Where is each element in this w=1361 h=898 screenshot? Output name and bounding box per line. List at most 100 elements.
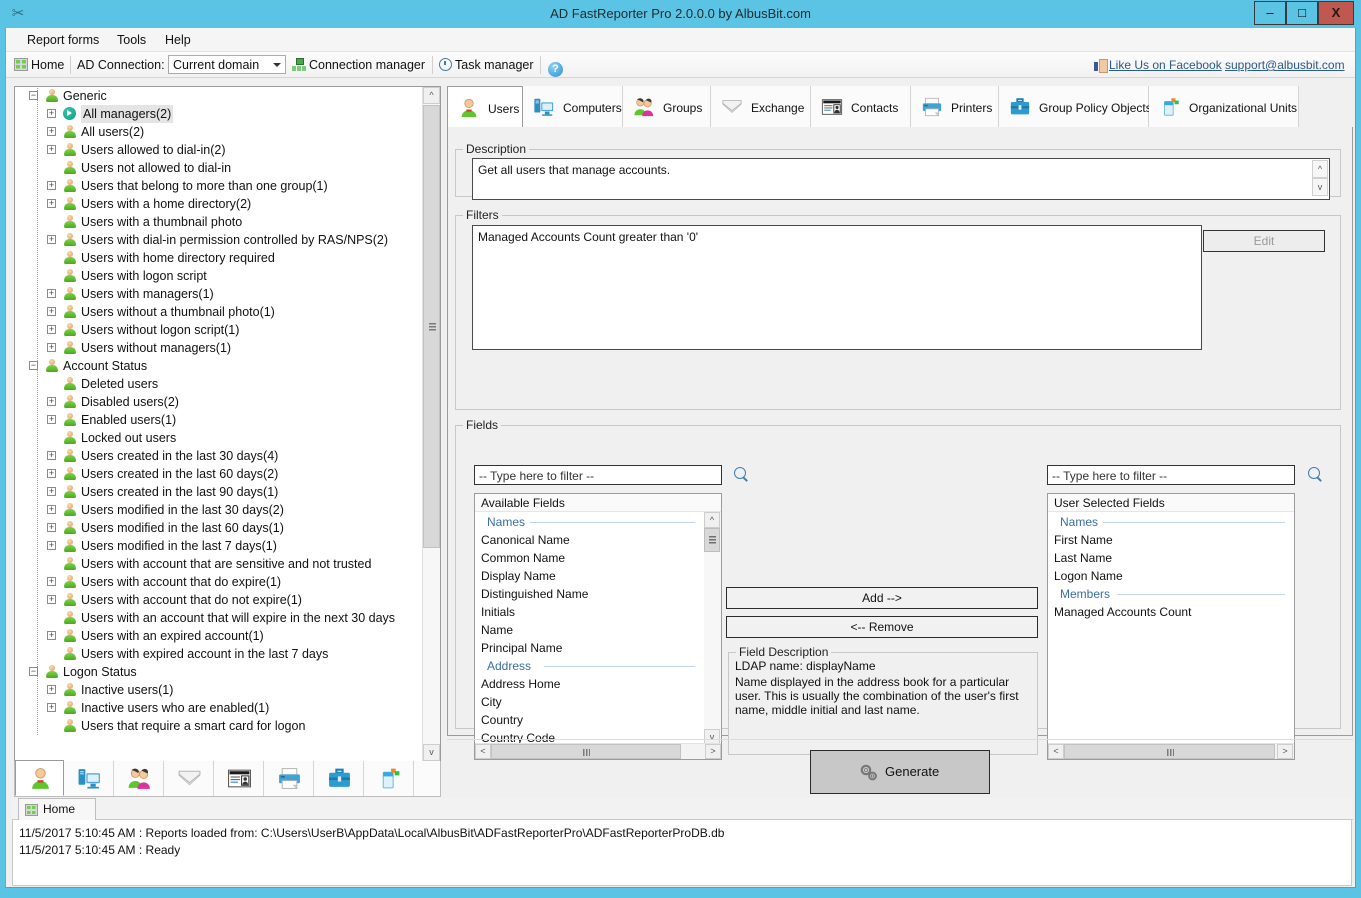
generate-button[interactable]: Generate <box>810 750 990 794</box>
tree-item[interactable]: + Users with account that do not expire(1… <box>15 591 421 609</box>
field-item[interactable]: Country <box>475 711 703 729</box>
toolbar-home-button[interactable]: Home <box>14 52 64 78</box>
tree-item[interactable]: + Users with dial-in permission controlle… <box>15 231 421 249</box>
field-item[interactable]: Logon Name <box>1048 567 1293 585</box>
tree-expander[interactable]: + <box>47 145 56 154</box>
selected-fields-filter-input[interactable]: -- Type here to filter -- <box>1047 465 1295 485</box>
maximize-button[interactable]: □ <box>1286 1 1318 25</box>
tree-item[interactable]: + Users without managers(1) <box>15 339 421 357</box>
tree-expander[interactable]: + <box>47 343 56 352</box>
scrollbar-thumb[interactable] <box>423 105 440 548</box>
tree-item[interactable]: + Inactive users(1) <box>15 681 421 699</box>
tree-item[interactable]: Users with a thumbnail photo <box>15 213 421 231</box>
edit-filter-button[interactable]: Edit <box>1203 230 1325 252</box>
field-item[interactable]: Last Name <box>1048 549 1293 567</box>
icon-tab-ou[interactable] <box>365 761 414 796</box>
field-item[interactable]: First Name <box>1048 531 1293 549</box>
tree-expander[interactable]: + <box>47 109 56 118</box>
icon-tab-printer[interactable] <box>265 761 314 796</box>
tab-group-policy-objects[interactable]: Group Policy Objects <box>999 86 1152 128</box>
field-item[interactable]: Initials <box>475 603 703 621</box>
tree-item[interactable]: + Users created in the last 90 days(1) <box>15 483 421 501</box>
field-item[interactable]: Canonical Name <box>475 531 703 549</box>
available-fields-filter-input[interactable]: -- Type here to filter -- <box>474 465 722 485</box>
tab-organizational-units[interactable]: Organizational Units <box>1149 86 1299 128</box>
scroll-up-icon[interactable]: ^ <box>1312 160 1328 178</box>
tree-item[interactable]: Users with account that are sensitive an… <box>15 555 421 573</box>
field-item[interactable]: Principal Name <box>475 639 703 657</box>
tree-item[interactable]: + Users allowed to dial-in(2) <box>15 141 421 159</box>
tree-item[interactable]: + Inactive users who are enabled(1) <box>15 699 421 717</box>
menu-report-forms[interactable]: Report forms <box>20 28 106 52</box>
facebook-link[interactable]: Like Us on Facebook <box>1094 52 1222 78</box>
filters-list[interactable]: Managed Accounts Count greater than '0' <box>472 225 1202 350</box>
tree-expander[interactable]: + <box>47 127 56 136</box>
support-email-link[interactable]: support@albusbit.com <box>1225 52 1345 78</box>
tree-item[interactable]: + Users with an expired account(1) <box>15 627 421 645</box>
available-fields-list[interactable]: Available Fields Names Canonical Name Comm… <box>474 493 722 760</box>
scroll-up-icon[interactable]: ^ <box>704 512 720 528</box>
scrollbar-thumb[interactable] <box>704 528 720 552</box>
icon-tab-group[interactable] <box>115 761 164 796</box>
tree-item[interactable]: Deleted users <box>15 375 421 393</box>
tree-expander[interactable]: + <box>47 289 56 298</box>
tree-expander[interactable]: − <box>29 91 38 100</box>
field-item[interactable]: Common Name <box>475 549 703 567</box>
tab-printers[interactable]: Printers <box>911 86 999 128</box>
tree-item[interactable]: + Enabled users(1) <box>15 411 421 429</box>
tree-expander[interactable]: + <box>47 199 56 208</box>
tree-item[interactable]: + Users modified in the last 7 days(1) <box>15 537 421 555</box>
facebook-link-label[interactable]: Like Us on Facebook <box>1109 58 1222 72</box>
tree-item[interactable]: Locked out users <box>15 429 421 447</box>
tree-expander[interactable]: + <box>47 595 56 604</box>
tree-item[interactable]: + Users modified in the last 60 days(1) <box>15 519 421 537</box>
field-item[interactable]: City <box>475 693 703 711</box>
tree-item[interactable]: Users with an account that will expire i… <box>15 609 421 627</box>
icon-tab-computer[interactable] <box>65 761 114 796</box>
tree-item[interactable]: Users not allowed to dial-in <box>15 159 421 177</box>
object-type-tabs[interactable]: Users Computers Groups Exchange Contacts Prin… <box>447 86 1353 128</box>
tree-item[interactable]: − Logon Status <box>15 663 421 681</box>
tree-expander[interactable]: + <box>47 487 56 496</box>
tree-expander[interactable]: + <box>47 469 56 478</box>
tree-item[interactable]: + Users with a home directory(2) <box>15 195 421 213</box>
tree-item[interactable]: + Users modified in the last 30 days(2) <box>15 501 421 519</box>
tree-item[interactable]: + All managers(2) <box>15 105 421 123</box>
tab-computers[interactable]: Computers <box>523 86 623 128</box>
icon-tab-envelope[interactable] <box>165 761 214 796</box>
tree-expander[interactable]: + <box>47 397 56 406</box>
tree-item[interactable]: Users with expired account in the last 7… <box>15 645 421 663</box>
remove-field-button[interactable]: <-- Remove <box>726 616 1038 638</box>
tree-item[interactable]: + Users created in the last 30 days(4) <box>15 447 421 465</box>
icon-tab-user[interactable] <box>15 760 64 796</box>
field-item[interactable]: Managed Accounts Count <box>1048 603 1293 621</box>
menu-help[interactable]: Help <box>158 28 198 52</box>
icon-tab-contact-card[interactable] <box>215 761 264 796</box>
search-icon[interactable] <box>734 467 750 483</box>
tree-expander[interactable]: + <box>47 685 56 694</box>
field-item[interactable]: Distinguished Name <box>475 585 703 603</box>
tree-expander[interactable]: + <box>47 523 56 532</box>
tree-expander[interactable]: + <box>47 181 56 190</box>
tab-groups[interactable]: Groups <box>623 86 711 128</box>
tab-home[interactable]: Home <box>18 798 96 820</box>
tree-expander[interactable]: + <box>47 415 56 424</box>
tree-item[interactable]: − Generic <box>15 87 421 105</box>
tab-exchange[interactable]: Exchange <box>711 86 811 128</box>
tree-item[interactable]: + Users created in the last 60 days(2) <box>15 465 421 483</box>
tree-item[interactable]: + Disabled users(2) <box>15 393 421 411</box>
tab-contacts[interactable]: Contacts <box>811 86 911 128</box>
tree-item[interactable]: + Users without logon script(1) <box>15 321 421 339</box>
tree-expander[interactable]: + <box>47 577 56 586</box>
tree-expander[interactable]: + <box>47 631 56 640</box>
scroll-up-icon[interactable]: ^ <box>423 87 440 104</box>
tree-expander[interactable]: + <box>47 235 56 244</box>
object-type-icon-tabs[interactable] <box>14 760 441 797</box>
task-manager-button[interactable]: Task manager <box>439 52 534 78</box>
tree-item[interactable]: − Account Status <box>15 357 421 375</box>
description-textarea[interactable]: Get all users that manage accounts. ^ v <box>472 158 1330 200</box>
menu-tools[interactable]: Tools <box>110 28 153 52</box>
selected-fields-list[interactable]: User Selected Fields Names First Name Last… <box>1047 493 1295 760</box>
support-email-label[interactable]: support@albusbit.com <box>1225 58 1345 72</box>
tree-expander[interactable]: + <box>47 703 56 712</box>
